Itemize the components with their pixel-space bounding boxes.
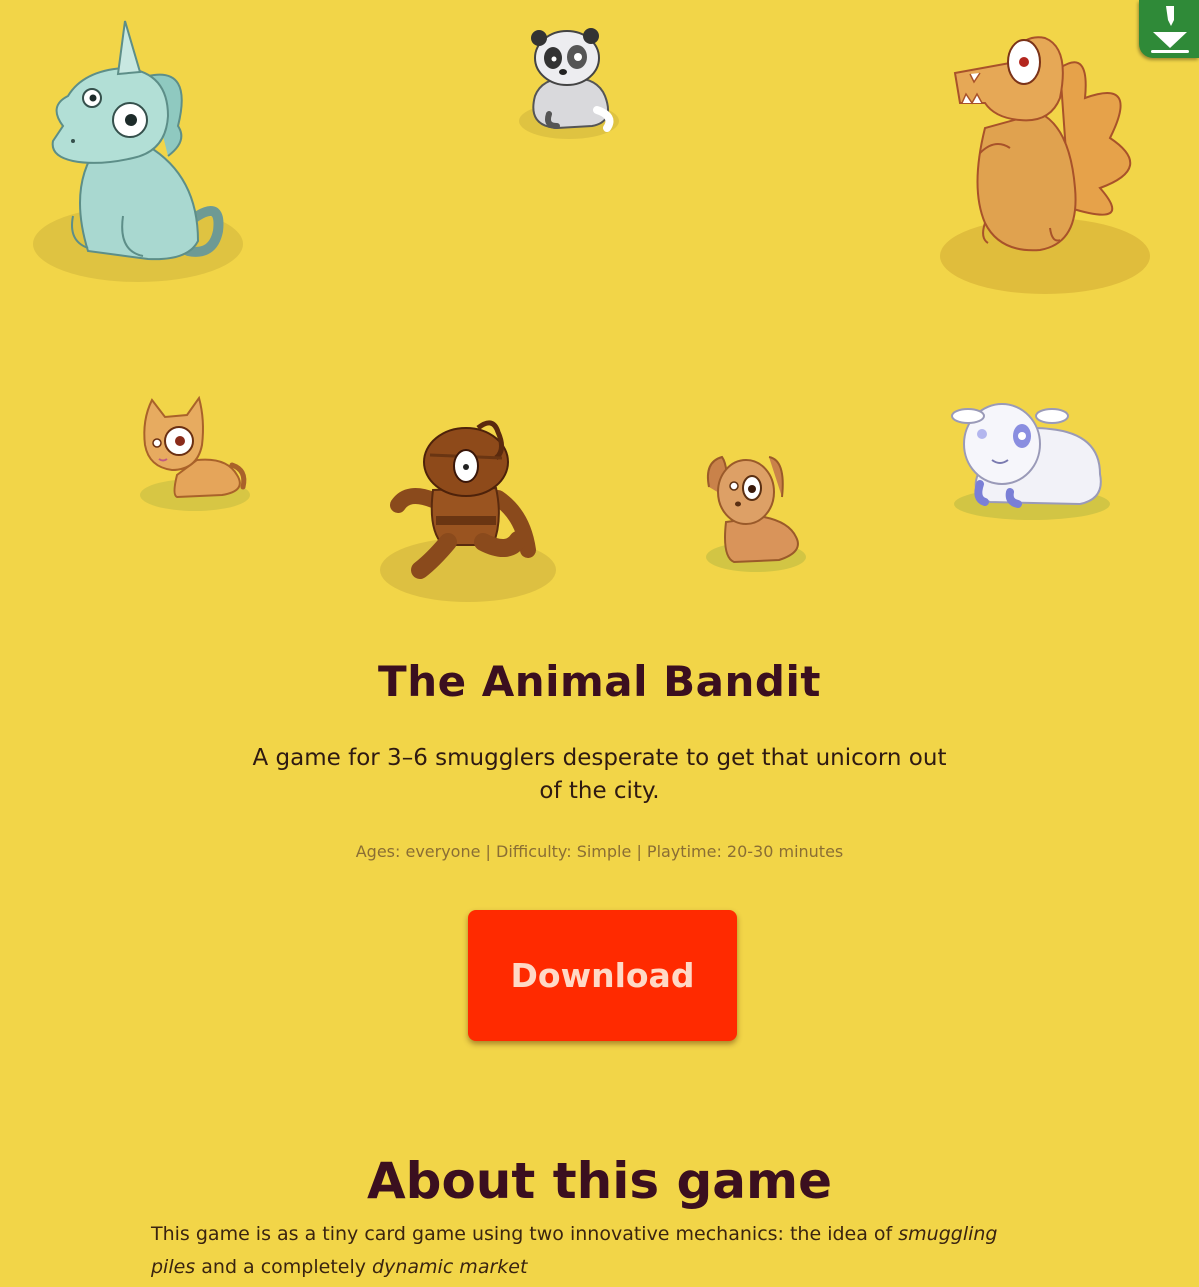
about-text-part: This game is as a tiny card game using t…: [151, 1223, 899, 1245]
cat-illustration: [137, 395, 252, 515]
sheep-illustration: [950, 394, 1110, 524]
dragon-illustration: [940, 28, 1155, 298]
about-text-part: and a completely: [195, 1256, 373, 1278]
panda-illustration: [517, 26, 622, 141]
ninja-bandit-illustration: [378, 420, 558, 605]
meta-separator: |: [485, 842, 491, 861]
meta-difficulty: Difficulty: Simple: [496, 842, 632, 861]
about-emphasis-market: dynamic market: [372, 1256, 528, 1278]
download-arrow-icon: [1151, 6, 1189, 53]
meta-playtime: Playtime: 20-30 minutes: [646, 842, 844, 861]
hero-section: The Animal Bandit A game for 3–6 smuggle…: [0, 648, 1199, 861]
about-text: This game is as a tiny card game using t…: [151, 1218, 1031, 1284]
download-button[interactable]: Download: [468, 910, 737, 1041]
game-title: The Animal Bandit: [378, 657, 821, 706]
puppy-illustration: [704, 452, 809, 574]
download-badge[interactable]: [1139, 0, 1199, 58]
game-tagline: A game for 3–6 smugglers desperate to ge…: [252, 745, 947, 804]
unicorn-illustration: [28, 16, 248, 286]
meta-separator: |: [636, 842, 642, 861]
meta-ages: Ages: everyone: [355, 842, 481, 861]
game-meta: Ages: everyone | Difficulty: Simple | Pl…: [0, 842, 1199, 861]
about-heading: About this game: [366, 1152, 833, 1210]
